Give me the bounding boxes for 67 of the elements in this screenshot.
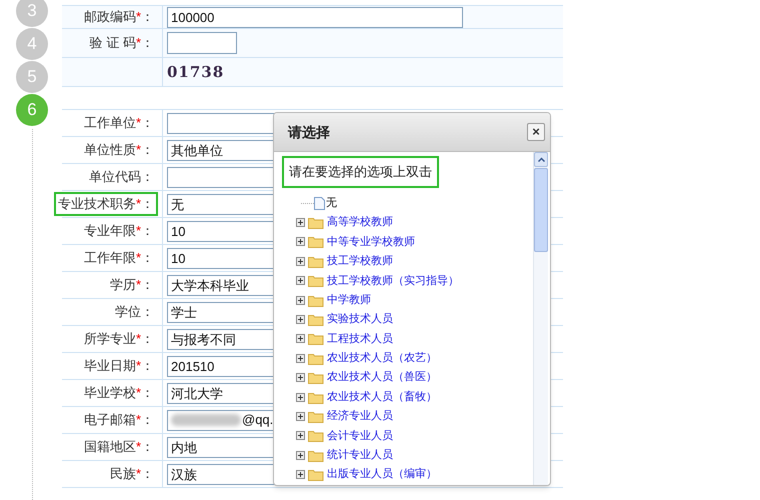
- plus-icon[interactable]: [296, 470, 305, 480]
- field-label: 专业年限*：: [82, 222, 155, 240]
- tree-item[interactable]: 农业技术人员（农艺）: [327, 350, 437, 367]
- field-value: @qq.: [242, 411, 274, 430]
- tree-item[interactable]: 工程技术人员: [327, 330, 393, 348]
- folder-icon: [308, 294, 324, 307]
- field-label: 民族*：: [108, 465, 155, 484]
- tree-item[interactable]: 农业技术人员（畜牧）: [327, 388, 437, 406]
- plus-icon[interactable]: [296, 412, 305, 421]
- plus-icon[interactable]: [296, 276, 305, 286]
- folder-icon: [308, 468, 324, 482]
- field-label: 学历*：: [108, 276, 155, 294]
- document-icon: [314, 196, 325, 210]
- dialog-title: 请选择: [288, 122, 330, 142]
- field-label: 工作单位*：: [82, 114, 155, 132]
- plus-icon[interactable]: [296, 392, 305, 402]
- tree-item[interactable]: 经济专业人员: [327, 408, 393, 425]
- tree-item[interactable]: 统计专业人员: [327, 447, 393, 464]
- plus-icon[interactable]: [296, 354, 305, 363]
- field-label: 国籍地区*：: [82, 438, 155, 456]
- tree-item[interactable]: 无: [326, 194, 337, 212]
- plus-icon[interactable]: [296, 296, 305, 305]
- instruction-text: 请在要选择的选项上双击: [282, 156, 439, 188]
- field-label: 电子邮箱*：: [82, 411, 155, 430]
- plus-icon[interactable]: [296, 431, 305, 440]
- field-label: 单位代码：: [88, 168, 155, 186]
- field-label: 单位性质*：: [82, 141, 155, 160]
- plus-icon[interactable]: [296, 315, 305, 324]
- close-button[interactable]: ×: [527, 123, 545, 141]
- field-label: 验 证 码*：: [88, 34, 155, 52]
- folder-icon: [308, 274, 324, 288]
- field-label: 学位：: [114, 303, 155, 322]
- plus-icon[interactable]: [296, 450, 305, 460]
- folder-icon: [308, 371, 324, 384]
- tree-item[interactable]: 技工学校教师: [327, 253, 393, 270]
- captcha-image: 01738: [167, 62, 224, 83]
- tree-item[interactable]: 中学教师: [327, 292, 371, 308]
- field-label: 毕业学校*：: [82, 384, 155, 402]
- field-label: 毕业日期*：: [82, 357, 155, 376]
- input-field[interactable]: [167, 32, 237, 54]
- tree-item[interactable]: 农业技术人员（兽医）: [327, 369, 437, 386]
- scrollbar[interactable]: [533, 152, 548, 485]
- tree-item[interactable]: 出版专业人员（编审）: [327, 466, 437, 483]
- input-field[interactable]: 100000: [167, 6, 463, 28]
- plus-icon[interactable]: [296, 256, 305, 266]
- folder-icon: [308, 352, 324, 365]
- blurred-text: [171, 414, 241, 426]
- plus-icon[interactable]: [296, 334, 305, 344]
- tree-item[interactable]: 实验技术人员: [327, 311, 393, 328]
- folder-icon: [308, 313, 324, 326]
- folder-icon: [308, 254, 324, 268]
- scrollbar-thumb[interactable]: [534, 168, 548, 252]
- field-label: 工作年限*：: [82, 249, 155, 268]
- folder-icon: [308, 390, 324, 404]
- tree-item[interactable]: 技工学校教师（实习指导）: [327, 272, 459, 289]
- tree-item[interactable]: 中等专业学校教师: [327, 234, 415, 250]
- plus-icon[interactable]: [296, 237, 305, 246]
- folder-icon: [308, 332, 324, 346]
- field-label: 专业技术职务*：: [54, 192, 158, 216]
- folder-icon: [308, 410, 324, 423]
- plus-icon[interactable]: [296, 373, 305, 382]
- field-label: 所学专业*：: [82, 330, 155, 348]
- tree-item[interactable]: 高等学校教师: [327, 214, 393, 231]
- plus-icon[interactable]: [296, 218, 305, 228]
- field-label: 邮政编码*：: [82, 8, 155, 26]
- tree-item[interactable]: 会计专业人员: [327, 428, 393, 444]
- arrow-up-icon[interactable]: [538, 157, 544, 162]
